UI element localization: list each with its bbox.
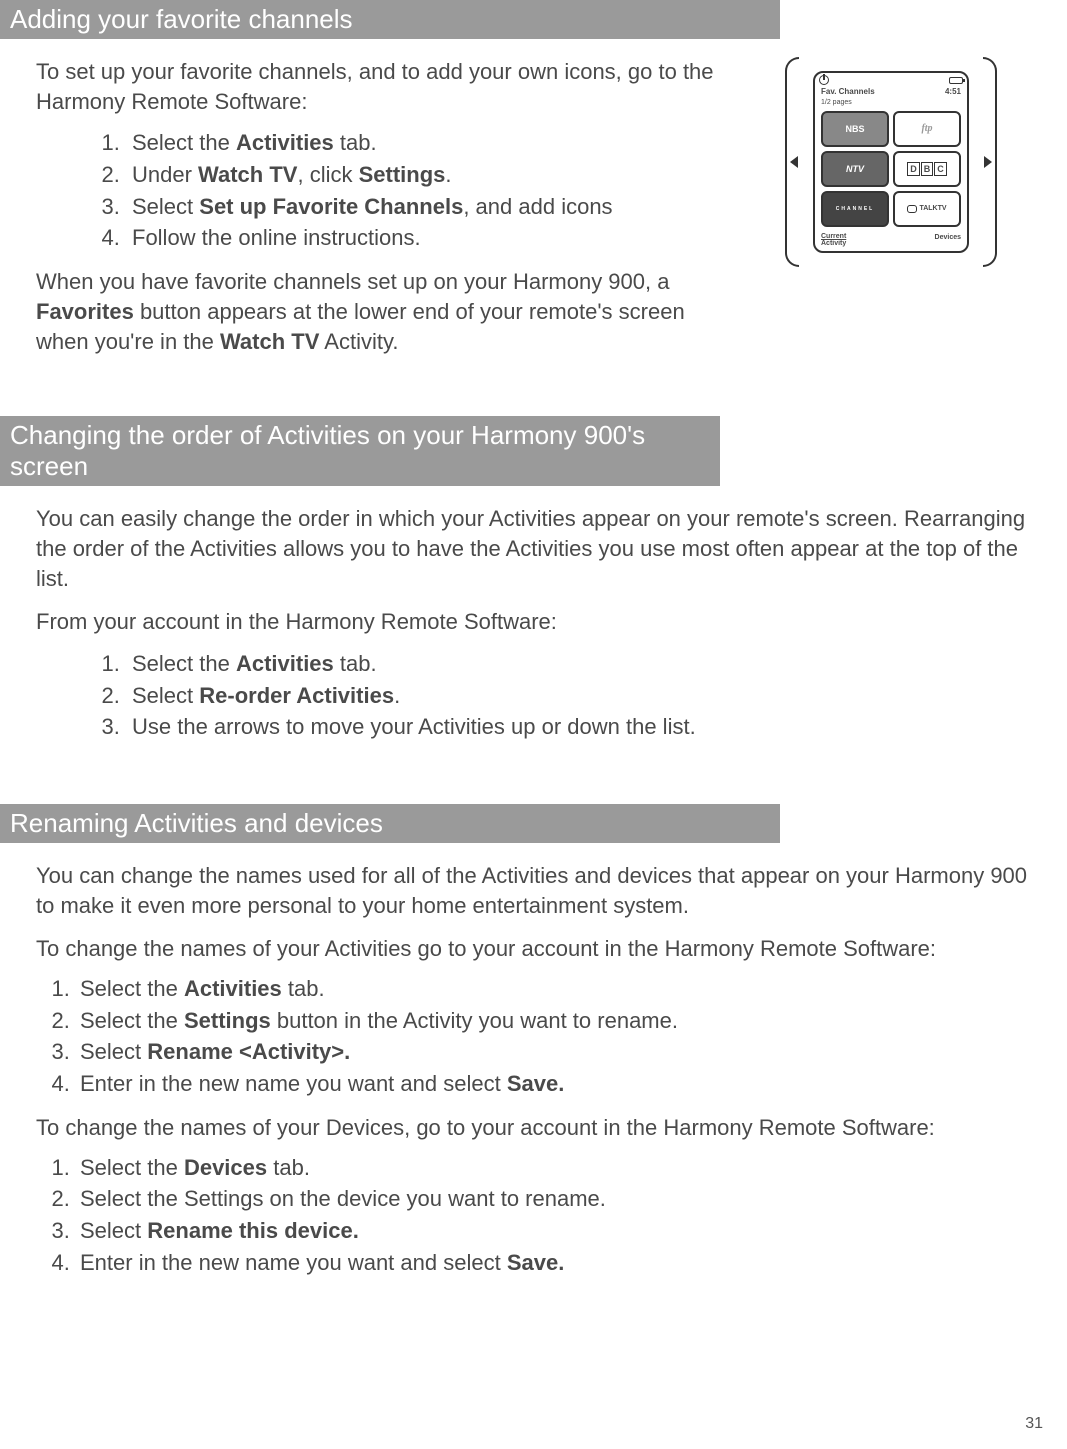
remote-current-activity: Current Activity bbox=[821, 233, 846, 247]
step: Under Watch TV, click Settings. bbox=[126, 160, 731, 190]
remote-right-arrow-icon bbox=[984, 156, 992, 168]
step: Select the Devices tab. bbox=[76, 1153, 1031, 1183]
section3-intro: You can change the names used for all of… bbox=[36, 861, 1031, 920]
section3-content: You can change the names used for all of… bbox=[0, 861, 1067, 1277]
battery-icon bbox=[949, 77, 963, 84]
section1-steps: Select the Activities tab. Under Watch T… bbox=[36, 128, 731, 253]
step: Select Rename <Activity>. bbox=[76, 1037, 1031, 1067]
remote-illustration: Fav. Channels 1/2 pages 4:51 NBS ftp NTV… bbox=[791, 57, 991, 267]
step: Select Set up Favorite Channels, and add… bbox=[126, 192, 731, 222]
channel-channel: CHANNEL bbox=[821, 191, 889, 227]
step: Select the Activities tab. bbox=[126, 128, 731, 158]
remote-illustration-container: Fav. Channels 1/2 pages 4:51 NBS ftp NTV… bbox=[751, 57, 1031, 267]
section2-steps: Select the Activities tab. Select Re-ord… bbox=[36, 649, 1031, 742]
step: Select the Settings button in the Activi… bbox=[76, 1006, 1031, 1036]
step: Enter in the new name you want and selec… bbox=[76, 1069, 1031, 1099]
section2-content: You can easily change the order in which… bbox=[0, 504, 1067, 742]
step: Select the Activities tab. bbox=[76, 974, 1031, 1004]
channel-ftp: ftp bbox=[893, 111, 961, 147]
speech-bubble-icon bbox=[907, 205, 917, 213]
section1-intro: To set up your favorite channels, and to… bbox=[36, 57, 731, 116]
channel-talktv: TALKTV bbox=[893, 191, 961, 227]
power-icon bbox=[819, 75, 829, 85]
section-heading-order: Changing the order of Activities on your… bbox=[0, 416, 720, 486]
section3-lead-activities: To change the names of your Activities g… bbox=[36, 934, 1031, 964]
section1-outro: When you have favorite channels set up o… bbox=[36, 267, 731, 356]
step: Enter in the new name you want and selec… bbox=[76, 1248, 1031, 1278]
remote-screen-title: Fav. Channels 1/2 pages bbox=[821, 87, 875, 107]
channel-dbc: DBC bbox=[893, 151, 961, 187]
section2-lead: From your account in the Harmony Remote … bbox=[36, 607, 1031, 637]
step: Select the Activities tab. bbox=[126, 649, 1031, 679]
remote-case-right bbox=[969, 57, 997, 267]
page-number: 31 bbox=[1025, 1415, 1043, 1433]
section-heading-favorites: Adding your favorite channels bbox=[0, 0, 780, 39]
channel-ntv: NTV bbox=[821, 151, 889, 187]
section-heading-rename: Renaming Activities and devices bbox=[0, 804, 780, 843]
section1-content: To set up your favorite channels, and to… bbox=[0, 57, 1067, 356]
remote-left-arrow-icon bbox=[790, 156, 798, 168]
step: Follow the online instructions. bbox=[126, 223, 731, 253]
channel-nbs: NBS bbox=[821, 111, 889, 147]
remote-devices-label: Devices bbox=[935, 233, 961, 247]
step: Use the arrows to move your Activities u… bbox=[126, 712, 1031, 742]
step: Select Rename this device. bbox=[76, 1216, 1031, 1246]
remote-time: 4:51 bbox=[945, 87, 961, 107]
step: Select Re-order Activities. bbox=[126, 681, 1031, 711]
remote-statusbar bbox=[815, 73, 967, 87]
remote-screen: Fav. Channels 1/2 pages 4:51 NBS ftp NTV… bbox=[813, 71, 969, 253]
section3-steps-activities: Select the Activities tab. Select the Se… bbox=[36, 974, 1031, 1099]
remote-bottom-row: Current Activity Devices bbox=[815, 231, 967, 251]
step: Select the Settings on the device you wa… bbox=[76, 1184, 1031, 1214]
section3-steps-devices: Select the Devices tab. Select the Setti… bbox=[36, 1153, 1031, 1278]
remote-title-row: Fav. Channels 1/2 pages 4:51 bbox=[815, 87, 967, 107]
section1-text: To set up your favorite channels, and to… bbox=[36, 57, 731, 356]
section2-intro: You can easily change the order in which… bbox=[36, 504, 1031, 593]
remote-channel-grid: NBS ftp NTV DBC CHANNEL TALKTV bbox=[815, 107, 967, 231]
section3-lead-devices: To change the names of your Devices, go … bbox=[36, 1113, 1031, 1143]
